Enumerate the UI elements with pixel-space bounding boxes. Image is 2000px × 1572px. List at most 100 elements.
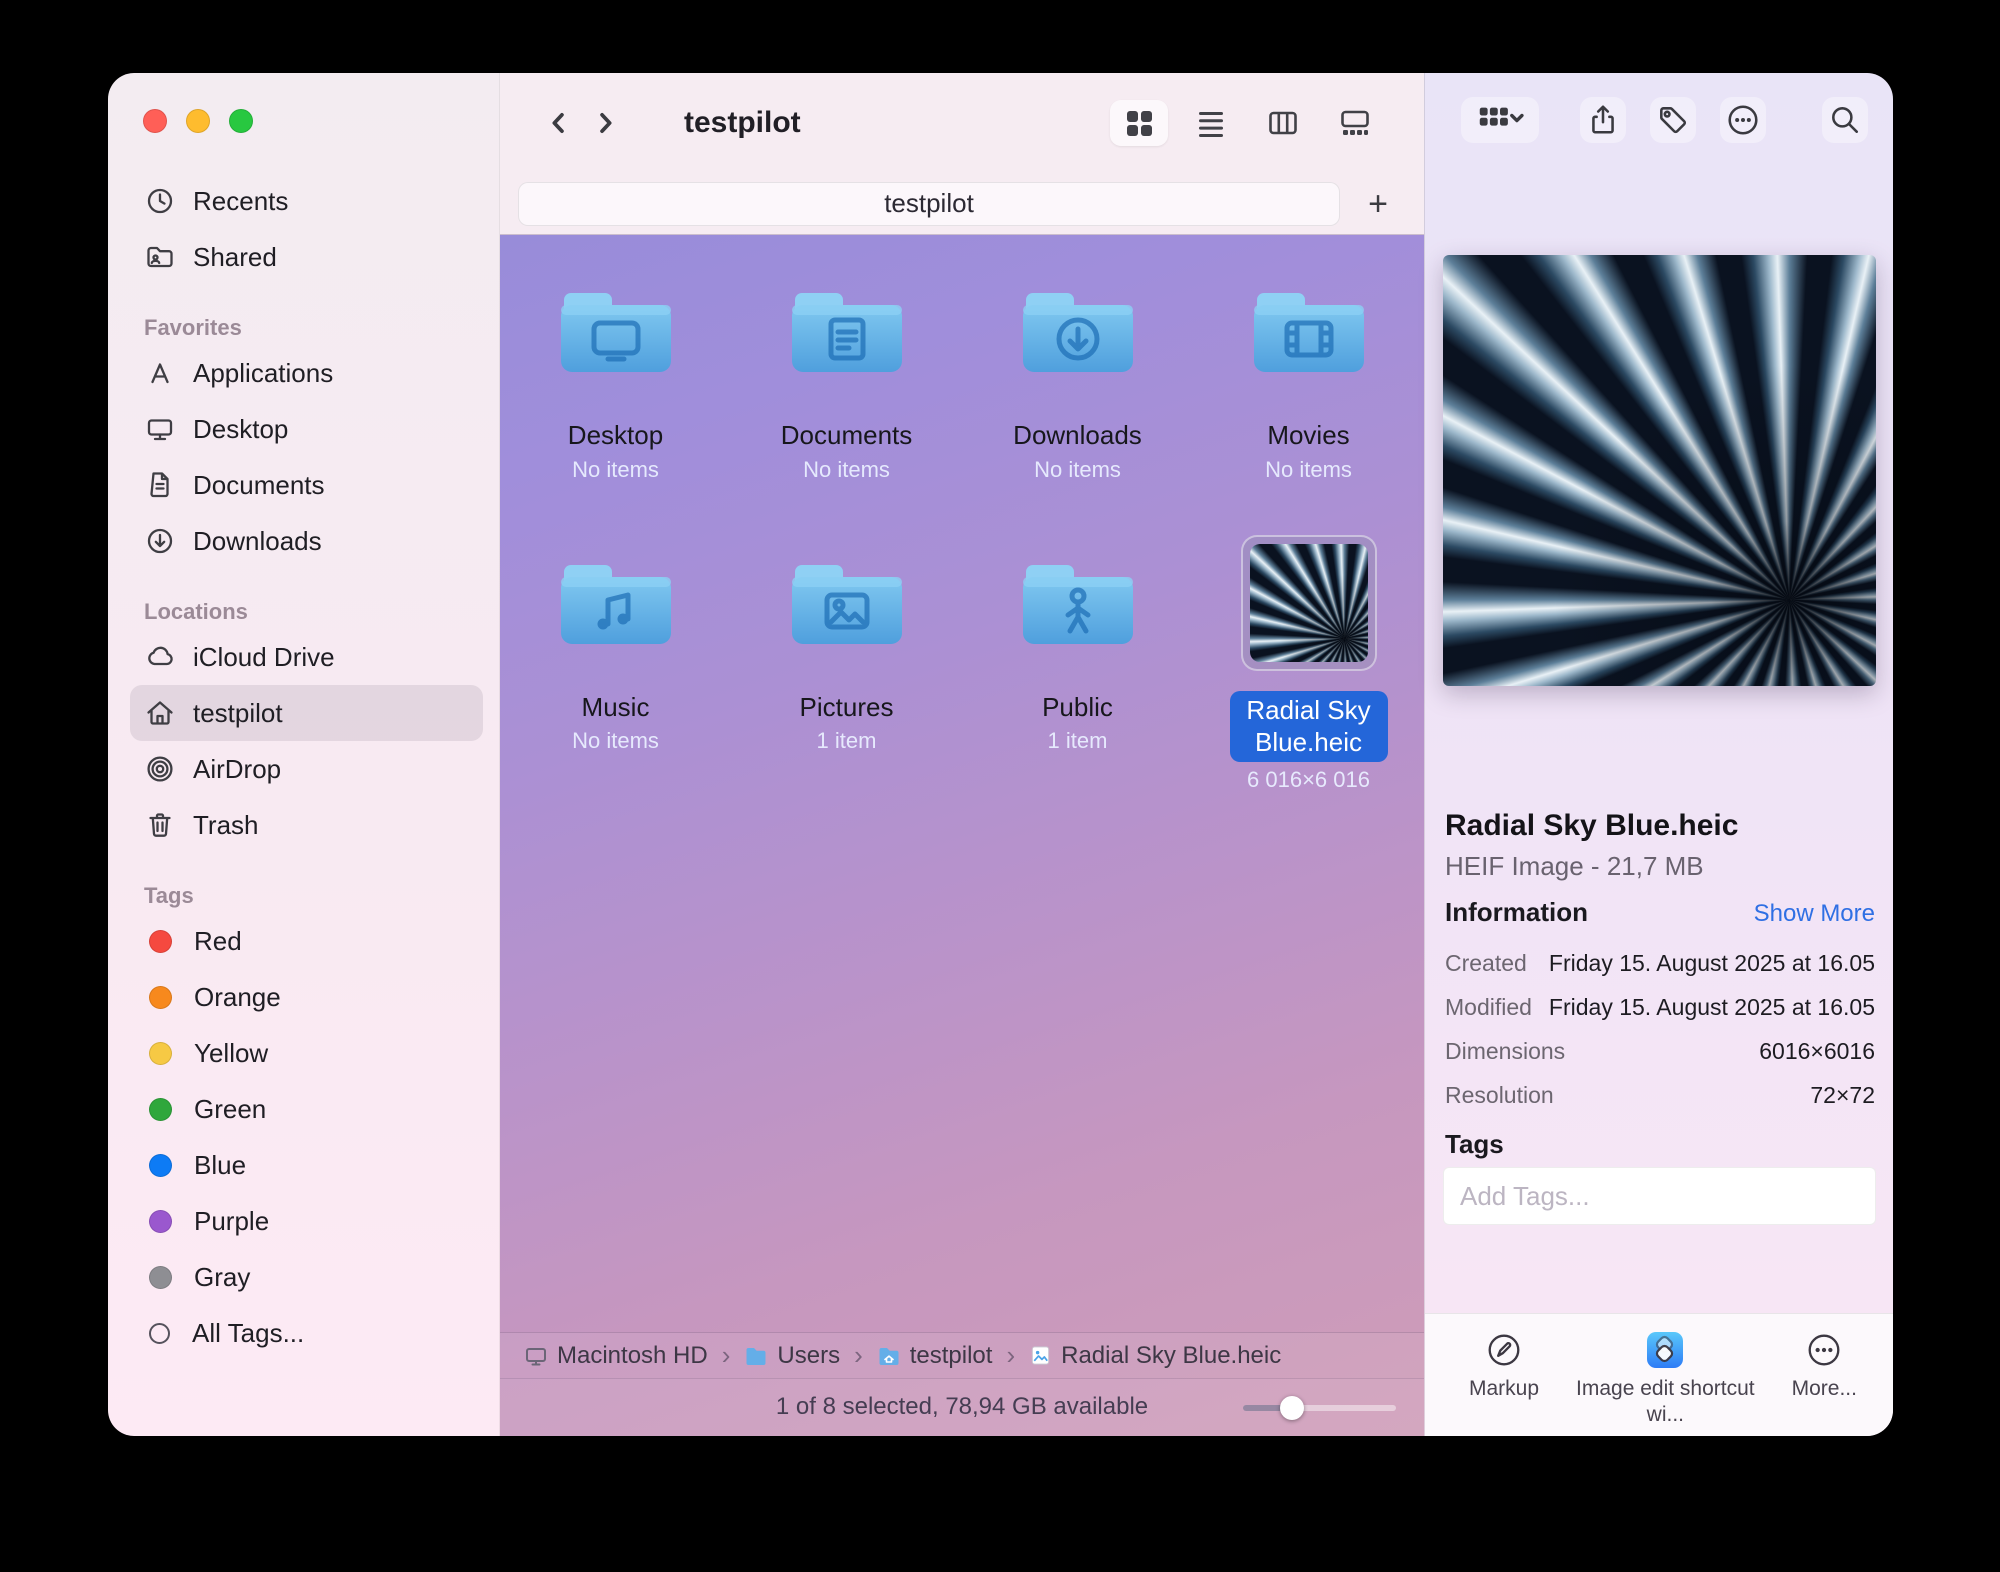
desktop-folder-icon <box>556 283 676 379</box>
list-view-button[interactable] <box>1182 100 1240 146</box>
sidebar-item-testpilot[interactable]: testpilot <box>130 685 483 741</box>
downloads-folder-icon <box>1018 283 1138 379</box>
icon-view-button[interactable] <box>1110 100 1168 146</box>
more-options-button[interactable] <box>1720 97 1766 143</box>
show-more-link[interactable]: Show More <box>1754 900 1875 928</box>
applications-icon <box>144 357 176 389</box>
path-bar: Macintosh HD › Users › testpilot › Radia… <box>500 1332 1424 1378</box>
back-button[interactable] <box>536 100 582 146</box>
finder-window: Recents Shared Favorites Applications De… <box>108 73 1893 1436</box>
column-view-icon <box>1267 107 1299 139</box>
metadata-row-resolution: Resolution 72×72 <box>1445 1073 1875 1117</box>
sidebar-item-label: iCloud Drive <box>193 642 335 673</box>
sidebar-tag-green[interactable]: Green <box>130 1081 483 1137</box>
file-name: Public <box>1042 691 1113 724</box>
new-tab-button[interactable]: + <box>1350 182 1406 226</box>
icon-size-slider[interactable] <box>1243 1401 1396 1415</box>
file-downloads-folder[interactable]: Downloads No items <box>962 251 1193 483</box>
action-label: Image edit shortcut wi... <box>1575 1376 1755 1429</box>
column-view-button[interactable] <box>1254 100 1312 146</box>
file-area[interactable]: Desktop No items Documents No items Down… <box>500 235 1424 1436</box>
sidebar-item-documents[interactable]: Documents <box>130 457 483 513</box>
sidebar-tag-red[interactable]: Red <box>130 913 483 969</box>
tags-button[interactable] <box>1650 97 1696 143</box>
sidebar-tag-gray[interactable]: Gray <box>130 1249 483 1305</box>
image-file-icon <box>1029 1344 1052 1367</box>
sidebar-item-label: AirDrop <box>193 754 281 785</box>
sidebar-list: Recents Shared Favorites Applications De… <box>108 73 499 1361</box>
group-by-button[interactable] <box>1461 97 1539 143</box>
file-subtitle: No items <box>1265 457 1352 483</box>
folder-icon <box>744 1344 768 1368</box>
sidebar-item-desktop[interactable]: Desktop <box>130 401 483 457</box>
preview-image <box>1443 255 1876 686</box>
zoom-window-button[interactable] <box>229 109 253 133</box>
gray-tag-dot-icon <box>149 1266 172 1289</box>
minimize-window-button[interactable] <box>186 109 210 133</box>
preview-filename: Radial Sky Blue.heic <box>1445 809 1738 843</box>
sidebar: Recents Shared Favorites Applications De… <box>108 73 500 1436</box>
search-button[interactable] <box>1822 97 1868 143</box>
share-button[interactable] <box>1580 97 1626 143</box>
sidebar-item-label: Red <box>194 926 242 957</box>
file-radial-sky-blue-selected[interactable]: Radial Sky Blue.heic 6 016×6 016 <box>1193 523 1424 793</box>
file-name: Documents <box>781 419 913 452</box>
breadcrumb-radial-sky-blue[interactable]: Radial Sky Blue.heic <box>1029 1342 1281 1370</box>
file-public-folder[interactable]: Public 1 item <box>962 523 1193 793</box>
more-actions-button[interactable]: More... <box>1792 1332 1857 1436</box>
close-window-button[interactable] <box>143 109 167 133</box>
red-tag-dot-icon <box>149 930 172 953</box>
tags-section-title: Tags <box>1445 1129 1504 1160</box>
sidebar-tag-blue[interactable]: Blue <box>130 1137 483 1193</box>
image-edit-shortcut-button[interactable]: Image edit shortcut wi... <box>1575 1332 1755 1436</box>
sidebar-item-recents[interactable]: Recents <box>130 173 483 229</box>
sidebar-item-label: Yellow <box>194 1038 268 1069</box>
shortcut-app-icon <box>1647 1332 1683 1368</box>
file-music-folder[interactable]: Music No items <box>500 523 731 793</box>
sidebar-section-favorites: Favorites <box>144 315 483 341</box>
sidebar-tag-purple[interactable]: Purple <box>130 1193 483 1249</box>
breadcrumb-testpilot[interactable]: testpilot <box>877 1342 993 1370</box>
breadcrumb-separator-icon: › <box>1004 1340 1017 1371</box>
sidebar-tag-orange[interactable]: Orange <box>130 969 483 1025</box>
sidebar-section-locations: Locations <box>144 599 483 625</box>
ellipsis-circle-icon <box>1726 103 1760 137</box>
sidebar-item-airdrop[interactable]: AirDrop <box>130 741 483 797</box>
breadcrumb-users[interactable]: Users <box>744 1342 840 1370</box>
file-movies-folder[interactable]: Movies No items <box>1193 251 1424 483</box>
breadcrumb-macintosh-hd[interactable]: Macintosh HD <box>524 1342 708 1370</box>
sidebar-item-icloud-drive[interactable]: iCloud Drive <box>130 629 483 685</box>
slider-thumb[interactable] <box>1280 1396 1304 1420</box>
sidebar-tag-yellow[interactable]: Yellow <box>130 1025 483 1081</box>
file-documents-folder[interactable]: Documents No items <box>731 251 962 483</box>
sidebar-item-trash[interactable]: Trash <box>130 797 483 853</box>
group-by-icon <box>1475 102 1525 138</box>
sidebar-item-label: Purple <box>194 1206 269 1237</box>
file-name: Movies <box>1267 419 1349 452</box>
sidebar-item-applications[interactable]: Applications <box>130 345 483 401</box>
sidebar-item-label: testpilot <box>193 698 283 729</box>
trash-icon <box>144 809 176 841</box>
tab-testpilot[interactable]: testpilot <box>518 182 1340 226</box>
toolbar: testpilot <box>500 73 1424 173</box>
breadcrumb-label: Radial Sky Blue.heic <box>1061 1342 1281 1370</box>
file-desktop-folder[interactable]: Desktop No items <box>500 251 731 483</box>
sidebar-item-shared[interactable]: Shared <box>130 229 483 285</box>
sidebar-item-label: Blue <box>194 1150 246 1181</box>
public-folder-icon <box>1018 555 1138 651</box>
window-controls <box>143 109 253 133</box>
orange-tag-dot-icon <box>149 986 172 1009</box>
preview-filetype: HEIF Image - 21,7 MB <box>1445 851 1704 882</box>
add-tags-input[interactable] <box>1443 1167 1876 1225</box>
cloud-icon <box>144 641 176 673</box>
gallery-view-button[interactable] <box>1326 100 1384 146</box>
sidebar-item-label: Documents <box>193 470 325 501</box>
sidebar-item-all-tags[interactable]: All Tags... <box>130 1305 483 1361</box>
file-pictures-folder[interactable]: Pictures 1 item <box>731 523 962 793</box>
status-bar: 1 of 8 selected, 78,94 GB available <box>500 1378 1424 1436</box>
markup-action-button[interactable]: Markup <box>1469 1332 1539 1436</box>
forward-button[interactable] <box>582 100 628 146</box>
sidebar-item-label: Gray <box>194 1262 250 1293</box>
sidebar-item-downloads[interactable]: Downloads <box>130 513 483 569</box>
markup-icon <box>1486 1332 1522 1368</box>
